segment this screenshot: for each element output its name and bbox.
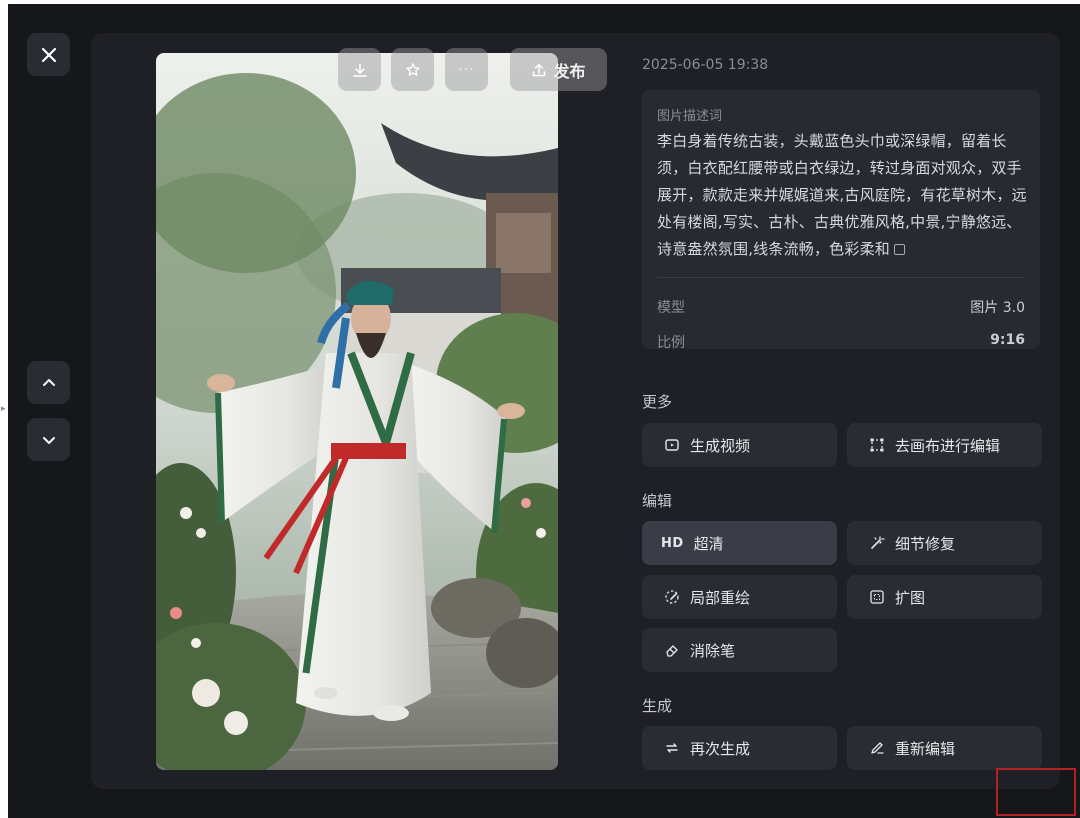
- hd-label: 超清: [693, 534, 724, 553]
- previous-image-button[interactable]: [27, 361, 70, 404]
- expand-label: 扩图: [895, 588, 926, 607]
- canvas-edit-label: 去画布进行编辑: [895, 436, 1001, 455]
- next-image-button[interactable]: [27, 418, 70, 461]
- canvas-edit-button[interactable]: 去画布进行编辑: [847, 423, 1042, 467]
- more-icon: ···: [458, 61, 475, 78]
- pencil-icon: [867, 740, 887, 756]
- ratio-label: 比例: [657, 335, 685, 349]
- expand-button[interactable]: 扩图: [847, 575, 1042, 619]
- detail-fix-button[interactable]: 细节修复: [847, 521, 1042, 565]
- section-title-edit: 编辑: [642, 492, 673, 510]
- collapse-caret-icon[interactable]: ▸: [1, 404, 6, 414]
- favorite-button[interactable]: [391, 48, 434, 91]
- eraser-label: 消除笔: [690, 641, 736, 660]
- ratio-row: 比例 9:16: [657, 332, 1025, 349]
- generated-image[interactable]: [156, 53, 558, 770]
- generate-video-button[interactable]: 生成视频: [642, 423, 837, 467]
- local-redraw-label: 局部重绘: [690, 588, 751, 607]
- re-edit-label: 重新编辑: [895, 739, 956, 758]
- download-icon: [352, 62, 367, 77]
- canvas-icon: [867, 437, 887, 453]
- generate-video-label: 生成视频: [690, 436, 751, 455]
- regenerate-label: 再次生成: [690, 739, 751, 758]
- magic-wand-icon: [867, 535, 887, 551]
- hd-icon: HD: [661, 535, 684, 551]
- section-title-generate: 生成: [642, 697, 673, 715]
- chevron-down-icon: [42, 436, 55, 444]
- eraser-icon: [662, 642, 682, 658]
- regenerate-button[interactable]: 再次生成: [642, 726, 837, 770]
- re-edit-button[interactable]: 重新编辑: [847, 726, 1042, 770]
- eraser-button[interactable]: 消除笔: [642, 628, 837, 672]
- model-row: 模型 图片 3.0: [657, 297, 1025, 317]
- ratio-value: 9:16: [990, 332, 1025, 348]
- model-label: 模型: [657, 300, 685, 316]
- created-timestamp: 2025-06-05 19:38: [642, 57, 769, 73]
- download-button[interactable]: [338, 48, 381, 91]
- publish-button[interactable]: 发布: [510, 48, 607, 91]
- detail-fix-label: 细节修复: [895, 534, 956, 553]
- copy-icon[interactable]: [893, 244, 905, 255]
- local-redraw-button[interactable]: 局部重绘: [642, 575, 837, 619]
- image-artwork: [156, 53, 558, 770]
- prompt-box: 图片描述词 李白身着传统古装，头戴蓝色头巾或深绿帽，留着长须，白衣配红腰带或白衣…: [642, 90, 1040, 349]
- repeat-icon: [662, 740, 682, 756]
- brush-circle-icon: [662, 589, 682, 605]
- prompt-text: 李白身着传统古装，头戴蓝色头巾或深绿帽，留着长须，白衣配红腰带或白衣绿边，转过身…: [657, 128, 1029, 263]
- publish-label: 发布: [553, 61, 586, 81]
- model-value: 图片 3.0: [970, 300, 1025, 316]
- close-button[interactable]: [27, 33, 70, 76]
- prompt-text-content: 李白身着传统古装，头戴蓝色头巾或深绿帽，留着长须，白衣配红腰带或白衣绿边，转过身…: [657, 132, 1027, 258]
- divider: [657, 277, 1025, 278]
- watermark-seal: [996, 768, 1076, 816]
- chevron-up-icon: [42, 378, 55, 386]
- prompt-title: 图片描述词: [657, 109, 723, 124]
- star-icon: [405, 62, 420, 76]
- video-icon: [662, 437, 682, 453]
- expand-frame-icon: [867, 589, 887, 605]
- close-icon: [41, 47, 56, 62]
- section-title-more: 更多: [642, 393, 673, 411]
- more-button[interactable]: ···: [445, 48, 488, 91]
- upload-icon: [533, 63, 546, 76]
- hd-upscale-button[interactable]: HD 超清: [642, 521, 837, 565]
